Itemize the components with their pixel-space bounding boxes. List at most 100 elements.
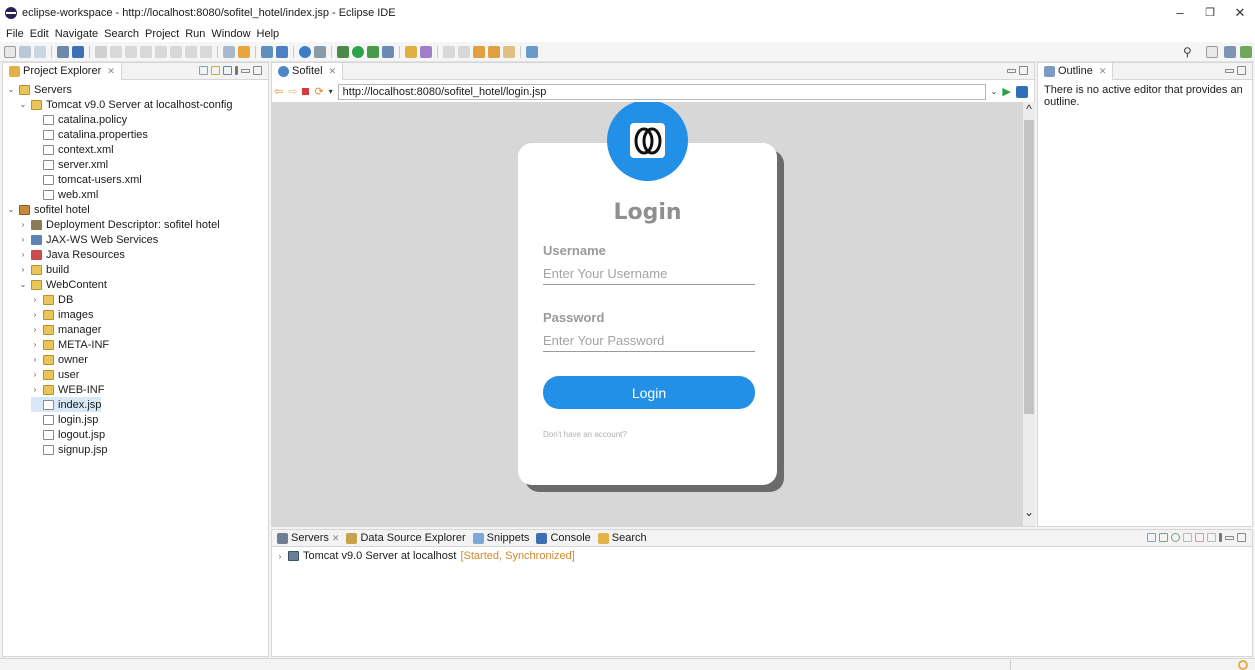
close-icon[interactable]: ✕ xyxy=(332,533,340,544)
collapse-icon[interactable]: ⌄ xyxy=(7,85,15,94)
new-server-icon[interactable] xyxy=(261,45,273,58)
collapse-icon[interactable] xyxy=(1147,533,1156,542)
tree-item[interactable]: catalina.properties xyxy=(31,127,148,142)
terminate-icon[interactable] xyxy=(140,45,152,58)
debug-icon[interactable] xyxy=(337,45,349,58)
expand-icon[interactable]: › xyxy=(19,250,27,259)
browser-icon[interactable] xyxy=(299,45,311,58)
step-return-icon[interactable] xyxy=(200,45,212,58)
new-class-icon[interactable] xyxy=(420,45,432,58)
tree-item[interactable]: server.xml xyxy=(31,157,108,172)
link-editor-icon[interactable] xyxy=(211,66,220,75)
tree-item[interactable]: › owner xyxy=(31,352,88,367)
coverage-icon[interactable] xyxy=(367,45,379,58)
tree-item[interactable]: › WEB-INF xyxy=(31,382,105,397)
vertical-scrollbar[interactable]: ^ ⌄ xyxy=(1023,102,1035,526)
signup-link[interactable]: Don't have an account? xyxy=(543,430,627,439)
maximize-view-icon[interactable] xyxy=(1237,533,1246,542)
scroll-thumb[interactable] xyxy=(1024,120,1034,414)
close-button[interactable]: ✕ xyxy=(1232,5,1248,21)
save-icon[interactable] xyxy=(19,45,31,58)
tree-item[interactable]: › user xyxy=(31,367,80,382)
tree-item[interactable]: › build xyxy=(19,262,70,277)
profile-server-icon[interactable] xyxy=(1183,533,1192,542)
terminal-icon[interactable] xyxy=(72,45,84,58)
url-bar[interactable]: http://localhost:8080/sofitel_hotel/logi… xyxy=(337,83,986,100)
maximize-view-icon[interactable] xyxy=(1019,66,1028,75)
publish-icon[interactable] xyxy=(1207,533,1216,542)
filter-icon[interactable] xyxy=(223,66,232,75)
javaee-perspective-icon[interactable] xyxy=(1224,46,1236,58)
tree-item[interactable]: › images xyxy=(31,307,94,322)
debug-perspective-icon[interactable] xyxy=(1240,46,1252,58)
maximize-button[interactable]: ❐ xyxy=(1202,5,1218,21)
scroll-up-icon[interactable]: ^ xyxy=(1023,102,1035,116)
open-external-icon[interactable] xyxy=(1015,85,1028,98)
disconnect-icon[interactable] xyxy=(155,45,167,58)
menu-help[interactable]: Help xyxy=(257,28,280,40)
menu-navigate[interactable]: Navigate xyxy=(55,28,98,40)
server-row[interactable]: › Tomcat v9.0 Server at localhost [Start… xyxy=(276,550,575,562)
new-package-icon[interactable] xyxy=(405,45,417,58)
collapse-icon[interactable]: ⌄ xyxy=(19,100,27,109)
expand-icon[interactable]: › xyxy=(31,310,39,319)
close-icon[interactable]: ✕ xyxy=(1099,66,1107,77)
url-history-icon[interactable]: ⌄ xyxy=(991,87,998,96)
expand-icon[interactable]: › xyxy=(31,295,39,304)
back-arrow-icon[interactable]: ⇦ xyxy=(274,85,283,98)
menu-window[interactable]: Window xyxy=(211,28,250,40)
tree-item[interactable]: login.jsp xyxy=(31,412,98,427)
expand-icon[interactable]: › xyxy=(31,325,39,334)
stop-icon[interactable] xyxy=(302,88,310,95)
minimize-view-icon[interactable] xyxy=(1007,69,1016,73)
expand-icon[interactable]: › xyxy=(276,552,284,561)
tree-item[interactable]: › META-INF xyxy=(31,337,109,352)
expand-icon[interactable]: › xyxy=(19,235,27,244)
tree-item[interactable]: ⌄ WebContent xyxy=(19,277,107,292)
go-icon[interactable]: ▶ xyxy=(1002,85,1010,98)
server-icon[interactable] xyxy=(57,45,69,58)
tree-item[interactable]: ⌄ Tomcat v9.0 Server at localhost-config xyxy=(19,97,233,112)
new-web-icon[interactable] xyxy=(276,45,288,58)
close-icon[interactable]: ✕ xyxy=(107,66,115,77)
prev-annotation-icon[interactable] xyxy=(443,45,455,58)
view-menu-icon[interactable] xyxy=(235,66,238,75)
tree-item[interactable]: tomcat-users.xml xyxy=(31,172,142,187)
maximize-view-icon[interactable] xyxy=(1237,66,1246,75)
resume-icon[interactable] xyxy=(110,45,122,58)
pin-icon[interactable] xyxy=(526,45,538,58)
maximize-view-icon[interactable] xyxy=(253,66,262,75)
step-into-icon[interactable] xyxy=(170,45,182,58)
scroll-down-icon[interactable]: ⌄ xyxy=(1023,505,1035,519)
skip-breakpoints-icon[interactable] xyxy=(95,45,107,58)
start-debug-icon[interactable] xyxy=(1159,533,1168,542)
tree-item[interactable]: ⌄ Servers xyxy=(7,82,72,97)
tree-item[interactable]: › DB xyxy=(31,292,74,307)
stop-server-icon[interactable] xyxy=(1195,533,1204,542)
collapse-icon[interactable]: ⌄ xyxy=(19,280,27,289)
tree-item[interactable]: › JAX-WS Web Services xyxy=(19,232,159,247)
collapse-icon[interactable]: ⌄ xyxy=(7,205,15,214)
expand-icon[interactable]: › xyxy=(31,355,39,364)
tree-item[interactable]: ⌄ sofitel hotel xyxy=(7,202,90,217)
save-all-icon[interactable] xyxy=(34,45,46,58)
tab-console[interactable]: Console xyxy=(536,532,591,544)
password-input[interactable] xyxy=(543,329,755,352)
progress-icon[interactable] xyxy=(1238,660,1248,670)
minimize-view-icon[interactable] xyxy=(1225,69,1234,73)
menu-edit[interactable]: Edit xyxy=(30,28,49,40)
back-icon[interactable] xyxy=(488,45,500,58)
expand-icon[interactable]: › xyxy=(31,370,39,379)
expand-icon[interactable]: › xyxy=(31,385,39,394)
tab-data-source-explorer[interactable]: Data Source Explorer xyxy=(346,532,466,544)
menu-file[interactable]: File xyxy=(6,28,24,40)
close-icon[interactable]: ✕ xyxy=(329,66,337,77)
start-server-icon[interactable] xyxy=(1171,533,1180,542)
tab-search[interactable]: Search xyxy=(597,532,647,544)
tree-item[interactable]: › Deployment Descriptor: sofitel hotel xyxy=(19,217,220,232)
tab-outline[interactable]: Outline ✕ xyxy=(1038,62,1114,80)
tree-item[interactable]: web.xml xyxy=(31,187,98,202)
run-icon[interactable] xyxy=(352,45,364,58)
dropdown-icon[interactable]: ▾ xyxy=(329,87,333,96)
expand-icon[interactable]: › xyxy=(31,340,39,349)
